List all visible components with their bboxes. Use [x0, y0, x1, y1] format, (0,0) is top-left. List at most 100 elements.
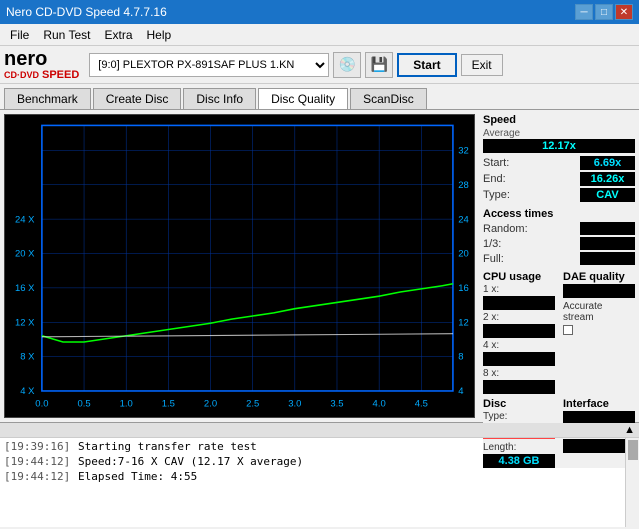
log-entry-1: [19:44:12] Speed:7-16 X CAV (12.17 X ave… [4, 455, 635, 468]
cpu-4x-label: 4 x: [483, 340, 555, 351]
svg-text:4.5: 4.5 [415, 398, 428, 409]
svg-text:4.0: 4.0 [373, 398, 386, 409]
speed-section: Speed Average 12.17x Start: 6.69x End: 1… [483, 114, 635, 204]
svg-text:24 X: 24 X [15, 213, 35, 224]
exit-button[interactable]: Exit [461, 54, 503, 76]
svg-text:4 X: 4 X [20, 385, 35, 396]
tab-benchmark[interactable]: Benchmark [4, 88, 91, 109]
svg-text:16: 16 [458, 282, 469, 293]
cpu-usage-section: CPU usage 1 x: 2 x: 4 x: 8 x: DAE qualit… [483, 271, 635, 394]
access-full-value [580, 252, 635, 265]
svg-text:12: 12 [458, 316, 469, 327]
tab-scandisc[interactable]: ScanDisc [350, 88, 427, 109]
log-entry-2: [19:44:12] Elapsed Time: 4:55 [4, 470, 635, 483]
svg-text:8 X: 8 X [20, 351, 35, 362]
dae-title: DAE quality [563, 271, 635, 283]
cpu-8x-label: 8 x: [483, 368, 555, 379]
speed-average-value: 12.17x [483, 139, 635, 153]
chart-area: 4 X 8 X 12 X 16 X 20 X 24 X 4 8 12 16 20… [4, 114, 475, 418]
minimize-button[interactable]: ─ [575, 4, 593, 20]
svg-text:1.0: 1.0 [120, 398, 133, 409]
main-content: 4 X 8 X 12 X 16 X 20 X 24 X 4 8 12 16 20… [0, 110, 639, 422]
right-panel: Speed Average 12.17x Start: 6.69x End: 1… [479, 110, 639, 422]
log-msg-0: Starting transfer rate test [78, 440, 257, 453]
svg-text:12 X: 12 X [15, 316, 35, 327]
svg-text:0.5: 0.5 [77, 398, 90, 409]
log-scroll-up[interactable]: ▲ [624, 424, 635, 436]
access-times-title: Access times [483, 208, 635, 220]
svg-text:32: 32 [458, 145, 469, 156]
log-content: [19:39:16] Starting transfer rate test [… [0, 438, 639, 527]
svg-text:20: 20 [458, 248, 469, 259]
log-msg-1: Speed:7-16 X CAV (12.17 X average) [78, 455, 303, 468]
log-time-2: [19:44:12] [4, 470, 74, 483]
start-button[interactable]: Start [397, 53, 456, 77]
menu-extra[interactable]: Extra [98, 26, 138, 44]
speed-type-label: Type: [483, 189, 510, 201]
disc-type-label: Type: [483, 411, 555, 422]
svg-text:16 X: 16 X [15, 282, 35, 293]
menu-bar: File Run Test Extra Help [0, 24, 639, 46]
log-area: ▲ [19:39:16] Starting transfer rate test… [0, 422, 639, 527]
menu-run-test[interactable]: Run Test [37, 26, 96, 44]
menu-file[interactable]: File [4, 26, 35, 44]
speed-end-label: End: [483, 173, 506, 185]
drive-select[interactable]: [9:0] PLEXTOR PX-891SAF PLUS 1.KN [89, 53, 329, 77]
logo: nero CD·DVD SPEED [4, 49, 79, 81]
cpu-2x-value [483, 324, 555, 338]
svg-text:0.0: 0.0 [35, 398, 48, 409]
cpu-2x-label: 2 x: [483, 312, 555, 323]
speed-average-label: Average [483, 128, 635, 139]
accurate-stream-checkbox[interactable] [563, 325, 573, 335]
speed-end-value: 16.26x [580, 172, 635, 186]
tab-create-disc[interactable]: Create Disc [93, 88, 182, 109]
svg-text:24: 24 [458, 213, 469, 224]
log-scroll-thumb[interactable] [628, 440, 638, 460]
svg-text:20 X: 20 X [15, 248, 35, 259]
logo-text: nero CD·DVD SPEED [4, 49, 79, 81]
cpu-8x-value [483, 380, 555, 394]
toolbar: nero CD·DVD SPEED [9:0] PLEXTOR PX-891SA… [0, 46, 639, 84]
access-times-section: Access times Random: 1/3: Full: [483, 208, 635, 267]
interface-title: Interface [563, 398, 635, 410]
app-title: Nero CD-DVD Speed 4.7.7.16 [6, 5, 167, 19]
log-time-0: [19:39:16] [4, 440, 74, 453]
access-random-label: Random: [483, 223, 528, 235]
log-entry-0: [19:39:16] Starting transfer rate test [4, 440, 635, 453]
cpu-1x-value [483, 296, 555, 310]
svg-text:1.5: 1.5 [162, 398, 175, 409]
svg-text:3.0: 3.0 [288, 398, 301, 409]
cpu-title: CPU usage [483, 271, 555, 283]
svg-text:2.0: 2.0 [204, 398, 217, 409]
svg-text:2.5: 2.5 [246, 398, 259, 409]
maximize-button[interactable]: □ [595, 4, 613, 20]
cpu-4x-value [483, 352, 555, 366]
close-button[interactable]: ✕ [615, 4, 633, 20]
svg-text:8: 8 [458, 351, 463, 362]
disc-title: Disc [483, 398, 555, 410]
toolbar-icon-save[interactable]: 💾 [365, 52, 393, 78]
chart-svg: 4 X 8 X 12 X 16 X 20 X 24 X 4 8 12 16 20… [5, 115, 474, 417]
svg-text:4: 4 [458, 385, 463, 396]
access-random-value [580, 222, 635, 235]
speed-start-label: Start: [483, 157, 509, 169]
menu-help[interactable]: Help [141, 26, 178, 44]
tab-bar: Benchmark Create Disc Disc Info Disc Qua… [0, 84, 639, 110]
speed-type-value: CAV [580, 188, 635, 202]
log-time-1: [19:44:12] [4, 455, 74, 468]
access-full-label: Full: [483, 253, 504, 265]
log-msg-2: Elapsed Time: 4:55 [78, 470, 197, 483]
speed-start-value: 6.69x [580, 156, 635, 170]
svg-text:28: 28 [458, 179, 469, 190]
tab-disc-info[interactable]: Disc Info [183, 88, 256, 109]
svg-text:3.5: 3.5 [330, 398, 343, 409]
dae-value [563, 284, 635, 298]
speed-title: Speed [483, 114, 635, 126]
log-header: ▲ [0, 423, 639, 438]
log-scrollbar[interactable] [625, 438, 639, 527]
toolbar-icon-disc[interactable]: 💿 [333, 52, 361, 78]
title-bar: Nero CD-DVD Speed 4.7.7.16 ─ □ ✕ [0, 0, 639, 24]
tab-disc-quality[interactable]: Disc Quality [258, 88, 348, 109]
cpu-1x-label: 1 x: [483, 284, 555, 295]
access-onethird-label: 1/3: [483, 238, 501, 250]
